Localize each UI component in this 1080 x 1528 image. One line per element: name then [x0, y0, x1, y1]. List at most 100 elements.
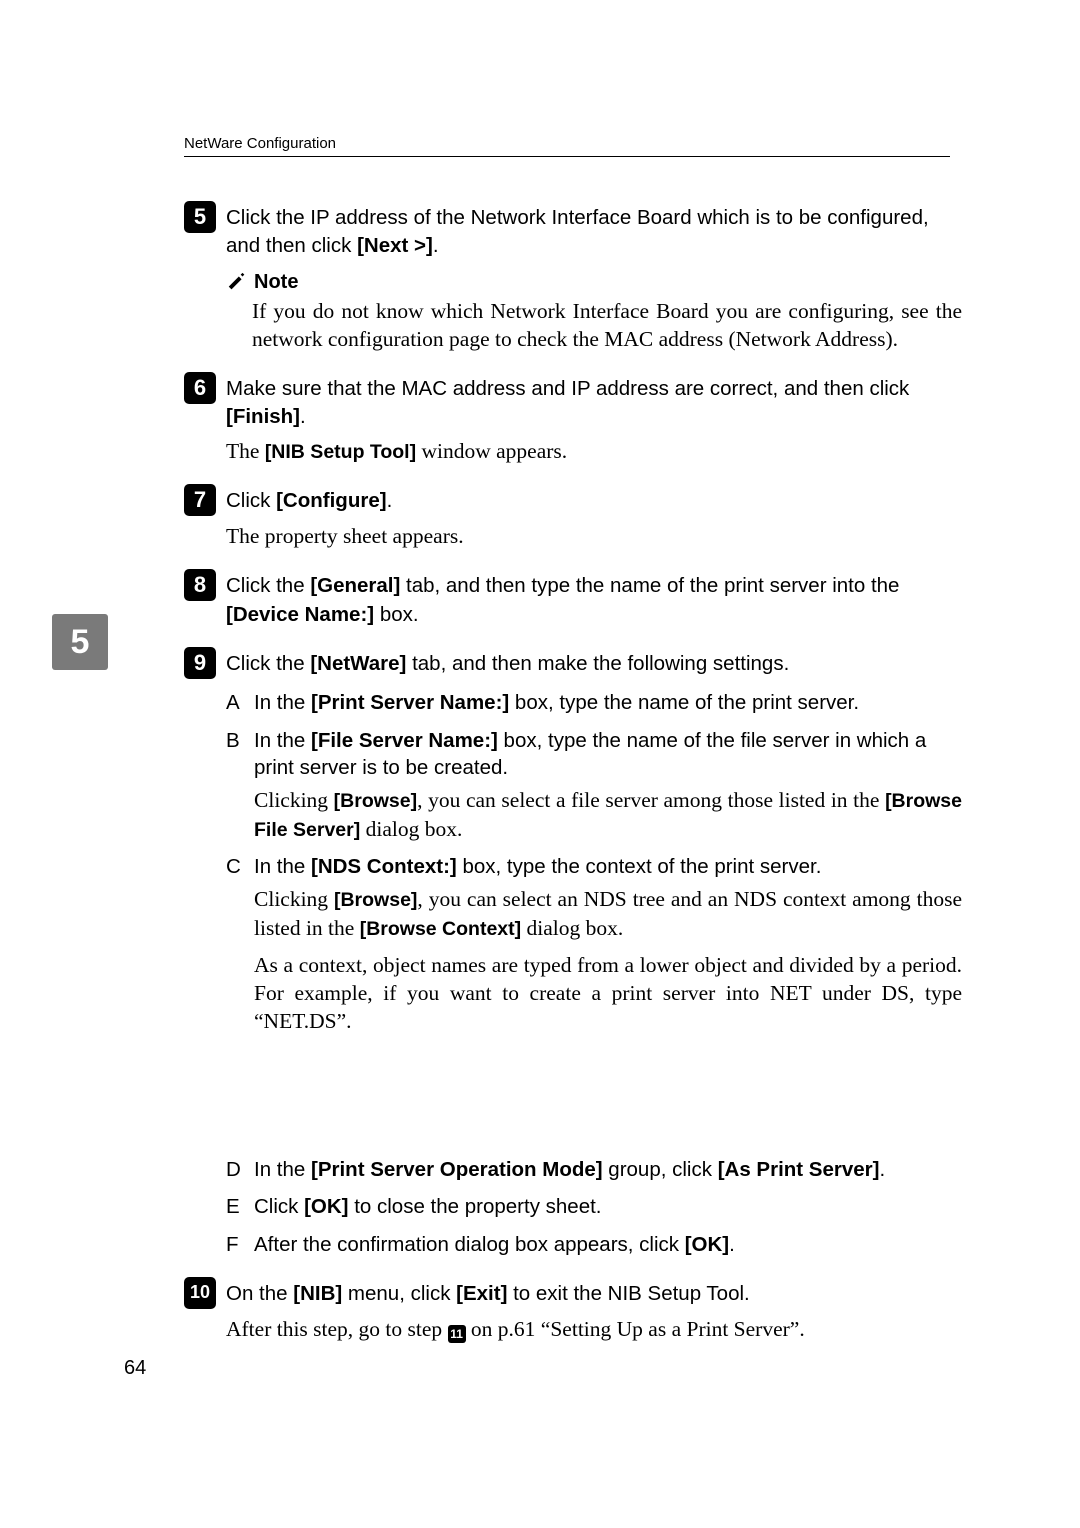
ui-label: [Browse]: [334, 889, 417, 911]
ui-label: [OK]: [685, 1233, 729, 1256]
step-5: 5 Click the IP address of the Network In…: [184, 201, 962, 261]
note-block: Note If you do not know which Network In…: [226, 271, 962, 354]
txt: to exit the NIB Setup Tool.: [507, 1282, 749, 1305]
sub-letter: C: [226, 853, 254, 881]
step-number-6: 6: [184, 372, 216, 404]
ui-label: [Print Server Name:]: [311, 691, 509, 714]
txt: .: [879, 1158, 885, 1181]
txt: Click: [254, 1195, 304, 1218]
ui-label: [NetWare]: [310, 652, 406, 675]
step-5-text: Click the IP address of the Network Inte…: [226, 201, 962, 261]
step-number-7: 7: [184, 484, 216, 516]
sub-letter: F: [226, 1231, 254, 1259]
sub-B-note: Clicking [Browse], you can select a file…: [254, 786, 962, 843]
sub-C-note2: As a context, object names are typed fro…: [254, 951, 962, 1036]
ui-label: [Next >]: [357, 234, 433, 257]
step-number-10: 10: [184, 1277, 216, 1309]
step-6: 6 Make sure that the MAC address and IP …: [184, 372, 962, 432]
txt: Click the: [226, 652, 310, 675]
txt: window appears.: [416, 439, 567, 463]
ui-label: [Browse]: [334, 790, 417, 812]
sub-E-text: Click [OK] to close the property sheet.: [254, 1193, 602, 1221]
txt: In the: [254, 691, 311, 714]
ui-label: [Configure]: [276, 489, 386, 512]
txt: Make sure that the MAC address and IP ad…: [226, 377, 909, 400]
txt: , you can select a file server among tho…: [417, 788, 885, 812]
note-body: If you do not know which Network Interfa…: [252, 297, 962, 354]
txt: The: [226, 439, 265, 463]
step-6-text: Make sure that the MAC address and IP ad…: [226, 372, 962, 432]
txt: box, type the context of the print serve…: [457, 855, 822, 878]
txt: to close the property sheet.: [349, 1195, 602, 1218]
ui-label: [NIB Setup Tool]: [265, 441, 416, 463]
sub-E: E Click [OK] to close the property sheet…: [226, 1193, 962, 1221]
step-9-sublist2: C In the [NDS Context:] box, type the co…: [226, 853, 962, 881]
ui-label: [NDS Context:]: [311, 855, 457, 878]
step-7: 7 Click [Configure].: [184, 484, 962, 516]
sub-letter: A: [226, 689, 254, 717]
txt: After the confirmation dialog box appear…: [254, 1233, 685, 1256]
step-10-continuation: After this step, go to step 11 on p.61 “…: [226, 1315, 962, 1344]
pencil-icon: [226, 271, 248, 293]
txt: Click the IP address of the Network Inte…: [226, 206, 929, 257]
note-label: Note: [254, 271, 298, 294]
sub-letter: E: [226, 1193, 254, 1221]
step-number-5: 5: [184, 201, 216, 233]
ui-label: [Device Name:]: [226, 603, 374, 626]
step-number-9: 9: [184, 647, 216, 679]
sub-F: F After the confirmation dialog box appe…: [226, 1231, 962, 1259]
ui-label: [File Server Name:]: [311, 729, 498, 752]
step-10-text: On the [NIB] menu, click [Exit] to exit …: [226, 1277, 750, 1308]
txt: on p.61 “Setting Up as a Print Server”.: [466, 1317, 805, 1341]
ui-label: [Browse Context]: [360, 918, 521, 940]
note-heading: Note: [226, 271, 962, 294]
step-9-text: Click the [NetWare] tab, and then make t…: [226, 647, 789, 678]
sub-letter: B: [226, 727, 254, 782]
txt: In the: [254, 1158, 311, 1181]
step-number-8: 8: [184, 569, 216, 601]
sub-F-text: After the confirmation dialog box appear…: [254, 1231, 735, 1259]
txt: Click: [226, 489, 276, 512]
step-7-continuation: The property sheet appears.: [226, 522, 962, 551]
txt: box.: [374, 603, 418, 626]
sub-D-text: In the [Print Server Operation Mode] gro…: [254, 1156, 885, 1184]
step-7-text: Click [Configure].: [226, 484, 392, 515]
ui-label: [Print Server Operation Mode]: [311, 1158, 603, 1181]
step-9: 9 Click the [NetWare] tab, and then make…: [184, 647, 962, 679]
txt: dialog box.: [360, 817, 462, 841]
ui-label: [Exit]: [456, 1282, 507, 1305]
txt: In the: [254, 729, 311, 752]
sub-C-text: In the [NDS Context:] box, type the cont…: [254, 853, 821, 881]
txt: .: [387, 489, 393, 512]
step-8: 8 Click the [General] tab, and then type…: [184, 569, 962, 629]
page-number: 64: [124, 1357, 146, 1380]
sub-B-text: In the [File Server Name:] box, type the…: [254, 727, 962, 782]
txt: After this step, go to step: [226, 1317, 448, 1341]
step-9-sublist: A In the [Print Server Name:] box, type …: [226, 689, 962, 782]
chapter-tab: 5: [52, 614, 108, 670]
chapter-number: 5: [71, 623, 90, 662]
sub-B: B In the [File Server Name:] box, type t…: [226, 727, 962, 782]
txt: Clicking: [254, 788, 334, 812]
txt: group, click: [603, 1158, 718, 1181]
sub-C-note1: Clicking [Browse], you can select an NDS…: [254, 885, 962, 942]
txt: tab, and then make the following setting…: [406, 652, 789, 675]
txt: Clicking: [254, 887, 334, 911]
ui-label: [NIB]: [293, 1282, 342, 1305]
step-9-sublist3: D In the [Print Server Operation Mode] g…: [226, 1156, 962, 1259]
ui-label: [As Print Server]: [718, 1158, 880, 1181]
txt: .: [729, 1233, 735, 1256]
txt: .: [300, 405, 306, 428]
txt: menu, click: [342, 1282, 456, 1305]
step-8-text: Click the [General] tab, and then type t…: [226, 569, 962, 629]
step-6-continuation: The [NIB Setup Tool] window appears.: [226, 437, 962, 466]
txt: On the: [226, 1282, 293, 1305]
inline-step-ref: 11: [448, 1325, 466, 1343]
ui-label: [General]: [310, 574, 400, 597]
txt: box, type the name of the print server.: [509, 691, 859, 714]
sub-letter: D: [226, 1156, 254, 1184]
sub-A: A In the [Print Server Name:] box, type …: [226, 689, 962, 717]
sub-C: C In the [NDS Context:] box, type the co…: [226, 853, 962, 881]
step-10: 10 On the [NIB] menu, click [Exit] to ex…: [184, 1277, 962, 1309]
sub-D: D In the [Print Server Operation Mode] g…: [226, 1156, 962, 1184]
